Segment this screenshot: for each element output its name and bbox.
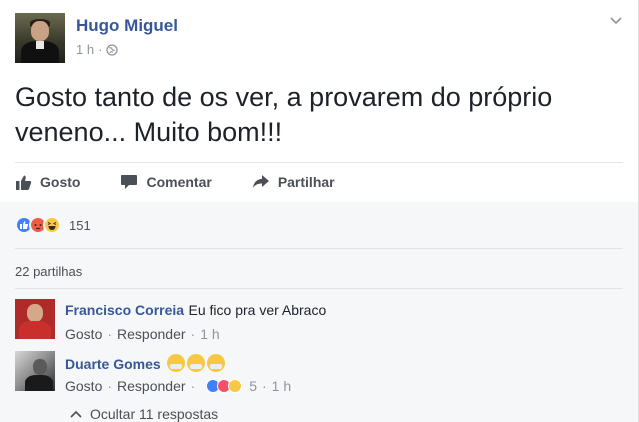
post-time[interactable]: 1 h — [76, 42, 94, 57]
reaction-summary[interactable]: 151 — [15, 216, 91, 234]
comment-reactions[interactable] — [206, 379, 243, 393]
hide-replies-link[interactable]: Ocultar 11 respostas — [70, 406, 218, 422]
post-card: Hugo Miguel 1 h · Gosto tanto de os ver,… — [0, 0, 639, 422]
comment-button[interactable]: Comentar — [120, 174, 212, 190]
share-arrow-icon — [252, 175, 269, 188]
comment-actions: Gosto · Responder · 5 · 1 h — [65, 378, 292, 394]
comments-section: 151 22 partilhas Francisco Correia Eu fi… — [0, 202, 638, 422]
mask-emoji-icon — [187, 354, 206, 372]
hide-replies-label: Ocultar 11 respostas — [90, 406, 219, 422]
chevron-up-icon — [70, 410, 82, 418]
comment-reply-link[interactable]: Responder — [117, 326, 186, 342]
author-avatar[interactable] — [15, 13, 65, 63]
comment-reaction-count[interactable]: 5 — [249, 378, 257, 394]
like-button[interactable]: Gosto — [15, 174, 80, 191]
comment-icon — [121, 175, 138, 189]
comment-like-link[interactable]: Gosto — [65, 326, 102, 342]
divider — [15, 162, 623, 163]
globe-icon[interactable] — [106, 43, 119, 56]
comment-item: Francisco Correia Eu fico pra ver Abraco… — [15, 299, 625, 345]
share-button[interactable]: Partilhar — [252, 174, 335, 190]
comment-reply-link[interactable]: Responder — [117, 378, 186, 394]
comment-item: Duarte Gomes Gosto · Responder · 5 · 1 h — [15, 351, 625, 401]
mask-emoji-icon — [167, 354, 186, 372]
share-label: Partilhar — [277, 174, 335, 190]
like-label: Gosto — [40, 174, 81, 190]
comment-text: Eu fico pra ver Abraco — [188, 302, 327, 318]
post-text: Gosto tanto de os ver, a provarem do pró… — [15, 82, 553, 147]
thumbs-up-icon — [16, 175, 32, 190]
comment-actions: Gosto · Responder · 1 h — [65, 326, 220, 342]
haha-reaction-icon — [43, 216, 61, 234]
haha-reaction-icon — [228, 379, 243, 393]
commenter-avatar[interactable] — [15, 299, 55, 339]
divider — [15, 248, 623, 249]
comment-label: Comentar — [146, 174, 212, 190]
shares-count[interactable]: 22 partilhas — [15, 264, 82, 279]
comment-like-link[interactable]: Gosto — [65, 378, 102, 394]
chevron-down-icon[interactable] — [609, 16, 623, 26]
mask-emoji-icon — [207, 354, 226, 372]
post-meta: 1 h · — [76, 42, 119, 57]
comment-time[interactable]: 1 h — [272, 378, 291, 394]
comment-time[interactable]: 1 h — [200, 326, 219, 342]
commenter-name[interactable]: Duarte Gomes — [65, 356, 161, 372]
divider — [15, 288, 623, 289]
author-name[interactable]: Hugo Miguel — [76, 16, 178, 36]
commenter-avatar[interactable] — [15, 351, 55, 391]
commenter-name[interactable]: Francisco Correia — [65, 302, 184, 318]
action-bar: Gosto Comentar Partilhar — [15, 168, 375, 196]
reaction-count[interactable]: 151 — [69, 218, 91, 233]
